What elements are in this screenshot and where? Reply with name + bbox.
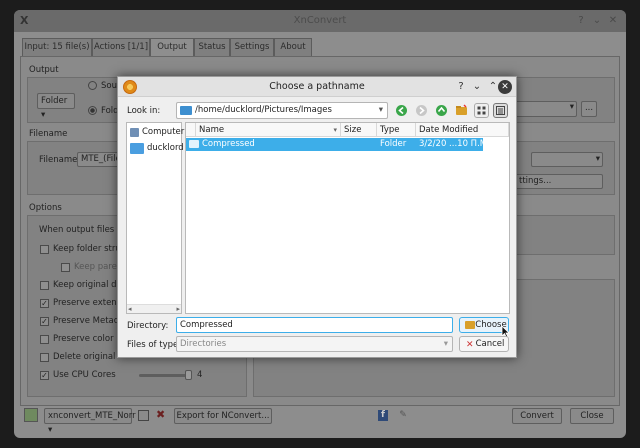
scroll-left-icon: ◂ — [128, 305, 132, 313]
column-header-size[interactable]: Size — [341, 123, 377, 137]
folder-radio[interactable] — [88, 106, 97, 115]
filename-section-title: Filename — [29, 129, 68, 139]
column-header-type[interactable]: Type — [377, 123, 416, 137]
sidebar-item-computer[interactable]: Computer — [142, 127, 184, 137]
options-section-title: Options — [29, 203, 62, 213]
dialog-close-icon[interactable]: ✕ — [498, 80, 512, 94]
directory-input-value: Compressed — [180, 320, 233, 330]
folder-icon — [465, 321, 475, 329]
source-radio[interactable] — [88, 81, 97, 90]
sidebar-item-ducklord[interactable]: ducklord — [147, 143, 184, 153]
back-icon[interactable] — [394, 103, 409, 118]
tab-input[interactable]: Input: 15 file(s) — [22, 38, 92, 56]
new-folder-icon[interactable] — [454, 103, 469, 118]
row-date: 3/2/20 ...10 Π.Μ. — [419, 139, 490, 149]
cpu-cores-slider-track[interactable] — [139, 374, 191, 377]
folder-icon — [180, 106, 192, 115]
tab-status[interactable]: Status — [194, 38, 230, 56]
tab-about[interactable]: About — [274, 38, 312, 56]
cancel-button[interactable]: ✕ Cancel — [459, 336, 509, 352]
files-of-type-value: Directories — [180, 339, 227, 349]
destination-combo[interactable]: Folder ▾ — [37, 93, 75, 120]
close-button[interactable]: Close — [570, 408, 614, 424]
forward-icon[interactable] — [414, 103, 429, 118]
preserve-extension-checkbox[interactable]: ✓ — [40, 299, 49, 308]
minimize-icon[interactable]: ⌄ — [470, 80, 484, 94]
table-row[interactable]: Compressed Folder 3/2/20 ...10 Π.Μ. — [186, 138, 490, 151]
directory-label: Directory: — [127, 321, 169, 331]
directory-input[interactable]: Compressed — [176, 317, 453, 333]
chevron-down-icon: ▾ — [443, 339, 448, 349]
dialog-titlebar: Choose a pathname ? ⌄ ⌃ ✕ — [118, 77, 516, 97]
facebook-icon[interactable]: f — [378, 410, 388, 421]
twitter-icon[interactable]: ✎ — [398, 410, 408, 421]
use-cpu-cores-label: Use CPU Cores — [53, 370, 116, 380]
preserve-color-profile-checkbox[interactable] — [40, 335, 49, 344]
window-title: XnConvert — [293, 15, 347, 26]
look-in-path: /home/ducklord/Pictures/Images — [195, 105, 332, 115]
tab-actions[interactable]: Actions [1/1] — [92, 38, 150, 56]
look-in-label: Look in: — [127, 106, 161, 116]
sidebar-scrollbar[interactable]: ◂ ▸ — [127, 304, 181, 313]
cpu-cores-slider-handle[interactable] — [185, 370, 192, 380]
file-list: Name ▾ Size Type Date Modified Compressed… — [185, 122, 510, 314]
save-preset-icon[interactable] — [138, 410, 149, 421]
column-header-date[interactable]: Date Modified — [416, 123, 509, 137]
preset-combo[interactable]: xnconvert_MTE_Norr ▾ — [44, 408, 136, 435]
help-icon[interactable]: ? — [454, 80, 468, 94]
minimize-icon[interactable]: ⌄ — [590, 14, 604, 28]
main-titlebar: X XnConvert ? ⌄ ✕ — [14, 10, 626, 32]
places-sidebar: Computer ducklord ◂ ▸ — [126, 122, 184, 314]
look-in-combo[interactable]: /home/ducklord/Pictures/Images ▾ — [176, 102, 388, 119]
cancel-icon: ✕ — [466, 340, 474, 350]
output-section-title: Output — [29, 65, 59, 75]
folder-radio-label: Fold — [101, 106, 119, 116]
detail-view-icon[interactable] — [493, 103, 508, 118]
convert-button[interactable]: Convert — [512, 408, 562, 424]
image-preview-icon[interactable] — [24, 408, 38, 422]
cpu-cores-value: 4 — [197, 370, 203, 380]
close-icon[interactable]: ✕ — [606, 14, 620, 28]
chevron-down-icon: ▾ — [378, 105, 383, 115]
row-type: Folder — [380, 139, 407, 149]
keep-parent-checkbox[interactable] — [61, 263, 70, 272]
help-icon[interactable]: ? — [574, 14, 588, 28]
tab-settings[interactable]: Settings — [230, 38, 274, 56]
parent-directory-icon[interactable] — [434, 103, 449, 118]
preserve-metadata-checkbox[interactable]: ✓ — [40, 317, 49, 326]
computer-icon — [130, 128, 139, 137]
scroll-right-icon: ▸ — [176, 305, 180, 313]
browse-button[interactable]: ... — [581, 101, 597, 117]
delete-preset-icon[interactable]: ✖ — [156, 408, 168, 421]
delete-original-checkbox[interactable] — [40, 353, 49, 362]
row-name: Compressed — [202, 139, 255, 149]
header-spacer — [186, 123, 196, 137]
filename-combo[interactable]: ▾ — [531, 152, 603, 167]
use-cpu-cores-checkbox[interactable]: ✓ — [40, 371, 49, 380]
filename-settings-button[interactable]: ttings... — [515, 174, 603, 189]
keep-folder-structure-checkbox[interactable] — [40, 245, 49, 254]
export-nconvert-button[interactable]: Export for NConvert... — [174, 408, 272, 424]
column-header-name[interactable]: Name ▾ — [196, 123, 341, 137]
files-of-type-label: Files of type: — [127, 340, 182, 350]
files-of-type-combo[interactable]: Directories ▾ — [176, 336, 453, 352]
list-view-icon[interactable] — [474, 103, 489, 118]
home-folder-icon — [130, 143, 144, 154]
tab-output[interactable]: Output — [150, 38, 194, 57]
folder-path-combo[interactable]: ▾ — [515, 101, 577, 117]
keep-original-date-checkbox[interactable] — [40, 281, 49, 290]
delete-original-label: Delete original — [53, 352, 116, 362]
folder-icon — [189, 140, 199, 148]
choose-pathname-dialog: Choose a pathname ? ⌄ ⌃ ✕ Look in: /home… — [117, 76, 517, 358]
filename-label: Filename — [39, 155, 78, 165]
